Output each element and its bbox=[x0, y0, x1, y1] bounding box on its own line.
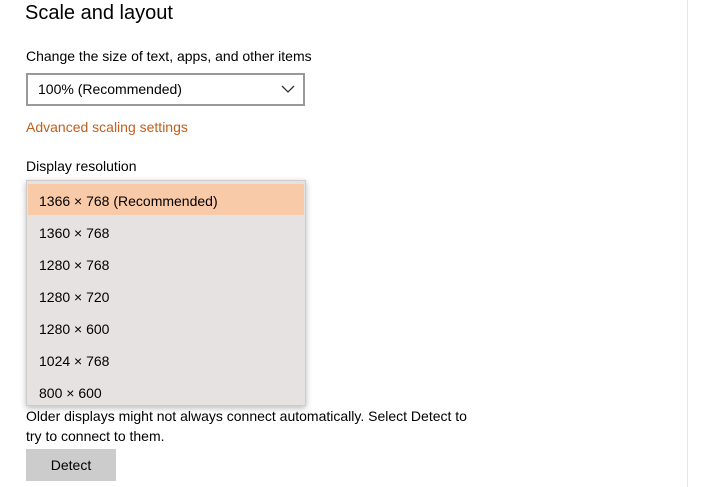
display-resolution-label: Display resolution bbox=[26, 158, 137, 174]
resolution-option[interactable]: 800 × 600 bbox=[28, 376, 304, 407]
resolution-dropdown-list: 1366 × 768 (Recommended) 1360 × 768 1280… bbox=[26, 180, 306, 406]
chevron-down-icon bbox=[281, 85, 295, 93]
resolution-option-label: 1280 × 600 bbox=[39, 321, 110, 337]
resolution-option[interactable]: 1280 × 600 bbox=[28, 312, 304, 343]
resolution-option[interactable]: 1366 × 768 (Recommended) bbox=[28, 184, 304, 215]
scale-dropdown[interactable]: 100% (Recommended) bbox=[26, 73, 305, 106]
resolution-option[interactable]: 1280 × 768 bbox=[28, 248, 304, 279]
resolution-option-label: 1280 × 768 bbox=[39, 257, 110, 273]
section-title: Scale and layout bbox=[25, 2, 173, 24]
resolution-option-label: 1366 × 768 (Recommended) bbox=[39, 193, 218, 209]
settings-page: Scale and layout Change the size of text… bbox=[0, 0, 701, 487]
detect-note: Older displays might not always connect … bbox=[26, 408, 467, 444]
scale-label: Change the size of text, apps, and other… bbox=[26, 48, 312, 64]
advanced-scaling-link[interactable]: Advanced scaling settings bbox=[26, 119, 188, 135]
scale-dropdown-value: 100% (Recommended) bbox=[38, 81, 182, 97]
resolution-option-label: 1024 × 768 bbox=[39, 353, 110, 369]
resolution-option-label: 1360 × 768 bbox=[39, 225, 110, 241]
resolution-option-label: 800 × 600 bbox=[39, 385, 102, 401]
resolution-option[interactable]: 1024 × 768 bbox=[28, 344, 304, 375]
resolution-option[interactable]: 1360 × 768 bbox=[28, 216, 304, 247]
resolution-option-label: 1280 × 720 bbox=[39, 289, 110, 305]
detect-button[interactable]: Detect bbox=[26, 449, 116, 481]
page-divider bbox=[687, 0, 688, 487]
resolution-option[interactable]: 1280 × 720 bbox=[28, 280, 304, 311]
